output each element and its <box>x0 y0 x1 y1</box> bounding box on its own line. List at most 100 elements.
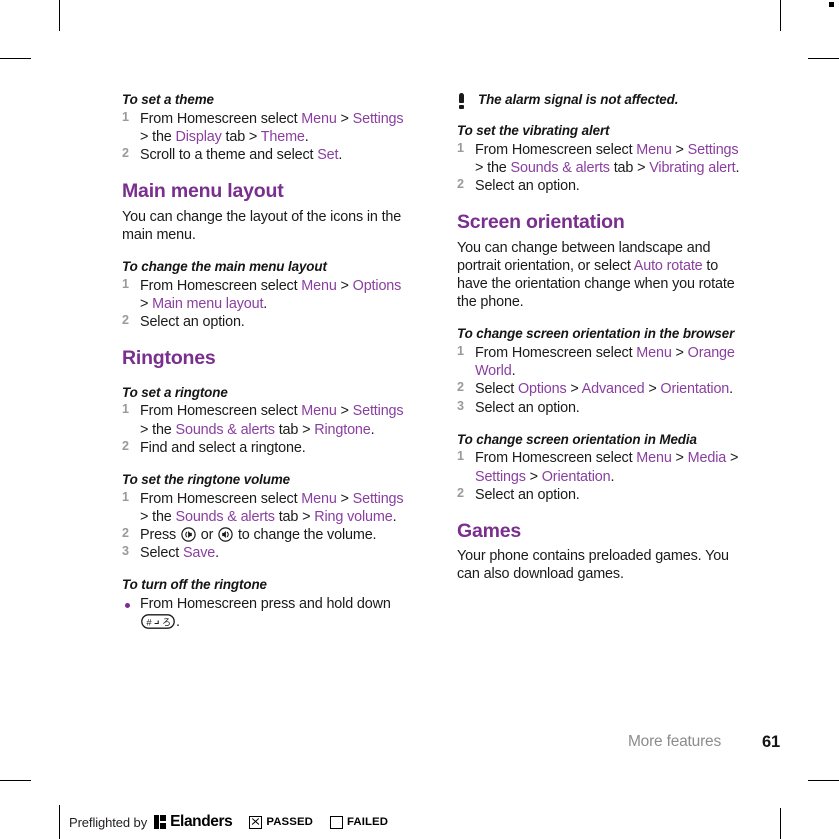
procedure-step: Find and select a ringtone. <box>122 439 411 457</box>
body-text-run: Select an option. <box>140 314 245 331</box>
preflight-banner: Preflighted by Elanders PASSED FAILED <box>59 805 388 839</box>
ui-path-token: Media <box>687 450 727 467</box>
body-text-run: > <box>726 450 739 467</box>
procedure-heading: To turn off the ringtone <box>122 577 267 593</box>
body-text-run: From Homescreen press and hold down <box>140 596 391 613</box>
body-text-run: . <box>370 421 375 438</box>
ui-path-token: Settings <box>352 490 404 507</box>
body-text-run: > the <box>140 508 176 525</box>
procedure-step-list: From Homescreen select Menu > Media > Se… <box>457 449 746 503</box>
procedure-heading: To set a ringtone <box>122 384 228 400</box>
ui-path-token: Menu <box>301 490 337 507</box>
footer-section-label: More features <box>627 733 721 750</box>
body-text-run: . <box>176 614 180 631</box>
procedure-step: From Homescreen press and hold down # ろ. <box>122 595 411 631</box>
note-text: The alarm signal is not affected. <box>478 92 679 107</box>
ui-path-token: Menu <box>301 277 337 294</box>
ui-path-token: Orientation <box>660 381 730 398</box>
procedure-heading: To change screen orientation in Media <box>457 431 697 447</box>
right-column: The alarm signal is not affected. To set … <box>457 92 746 584</box>
body-text-run: to change the volume. <box>234 526 377 543</box>
body-text-run: tab > <box>274 421 315 438</box>
body-text-run: From Homescreen select <box>140 110 302 127</box>
section-heading: Screen orientation <box>457 211 625 234</box>
body-text-run: > <box>566 381 582 398</box>
left-column: To set a theme From Homescreen select Men… <box>122 92 411 631</box>
procedure-step: Scroll to a theme and select Set. <box>122 146 411 164</box>
body-text-run: > <box>525 468 542 485</box>
procedure-step: Select an option. <box>457 177 746 195</box>
body-text-run: . <box>392 508 397 525</box>
preflight-failed-state: FAILED <box>329 815 389 829</box>
section-heading: Main menu layout <box>122 180 284 203</box>
body-text-run: > <box>336 490 353 507</box>
ui-path-token: Settings <box>352 110 404 127</box>
ui-path-token: Menu <box>636 450 672 467</box>
body-text-run: . <box>304 128 309 145</box>
ui-path-token: Options <box>352 277 402 294</box>
body-text-run: . <box>511 363 516 380</box>
ui-path-token: Menu <box>636 345 672 362</box>
procedure-heading: To set a theme <box>122 92 214 107</box>
body-text-run: > <box>336 110 353 127</box>
body-text-run: . <box>735 160 740 177</box>
failed-label: FAILED <box>346 816 389 828</box>
procedure-step: From Homescreen select Menu > Orange Wor… <box>457 344 746 380</box>
body-text-run: Select <box>140 545 183 562</box>
svg-text:ろ: ろ <box>162 618 171 629</box>
body-text-run: Select an option. <box>475 399 580 416</box>
procedure-step-list: From Homescreen select Menu > Orange Wor… <box>457 344 746 417</box>
body-text-run: From Homescreen select <box>475 345 637 362</box>
procedure-step: Press or to change the volume. <box>122 526 411 544</box>
ui-path-token: Ringtone <box>314 421 371 438</box>
body-text-run: tab > <box>609 160 650 177</box>
procedure-step: Select Save. <box>122 544 411 562</box>
body-text-run: > <box>671 345 688 362</box>
body-text-run: From Homescreen select <box>140 277 302 294</box>
body-text-run: or <box>196 526 218 543</box>
body-text-run: Find and select a ringtone. <box>140 439 306 456</box>
exclamation-icon <box>458 93 465 109</box>
manual-page: To set a theme From Homescreen select Men… <box>0 0 839 781</box>
procedure-step: Select an option. <box>122 313 411 331</box>
body-text-run: From Homescreen select <box>475 450 637 467</box>
ui-path-token: Display <box>175 128 222 145</box>
body-text-run: Press <box>140 526 180 543</box>
procedure-step-list: From Homescreen select Menu > Options > … <box>122 277 411 331</box>
body-text-run: > the <box>140 128 176 145</box>
procedure-step: From Homescreen select Menu > Media > Se… <box>457 449 746 485</box>
ui-path-token: Sounds & alerts <box>510 160 610 177</box>
failed-checkbox-icon <box>329 815 343 829</box>
elanders-brand-label: Elanders <box>170 813 233 830</box>
ui-path-token: Settings <box>352 403 404 420</box>
procedure-step: From Homescreen select Menu > Settings >… <box>122 110 411 146</box>
preflight-prefix-label: Preflighted by <box>69 814 148 830</box>
body-text-run: . <box>610 468 615 485</box>
procedure-step: From Homescreen select Menu > Options > … <box>122 277 411 313</box>
body-text-run: tab > <box>274 508 315 525</box>
body-text-run: Select <box>475 381 518 398</box>
body-text-run: > <box>671 450 688 467</box>
body-text-run: . <box>729 381 734 398</box>
procedure-step-list: From Homescreen select Menu > Settings >… <box>122 490 411 563</box>
ui-path-token: Orientation <box>541 468 611 485</box>
volume-down-key-icon <box>181 527 196 542</box>
body-text-run: > <box>671 141 688 158</box>
body-text-run: From Homescreen select <box>140 490 302 507</box>
crop-mark-bottom-right <box>780 808 781 839</box>
section-intro: You can change the layout of the icons i… <box>122 208 402 243</box>
body-text-run: > <box>336 277 353 294</box>
body-text-run: > <box>336 403 353 420</box>
elanders-logo-icon <box>154 815 167 829</box>
procedure-step: Select Options > Advanced > Orientation. <box>457 380 746 398</box>
body-text-run: From Homescreen select <box>475 141 637 158</box>
body-text-run: From Homescreen select <box>140 403 302 420</box>
procedure-step-list: From Homescreen select Menu > Settings >… <box>457 141 746 195</box>
ui-path-token: Options <box>517 381 567 398</box>
body-text-run: . <box>263 295 268 312</box>
ui-path-token: Ring volume <box>314 508 393 525</box>
section-heading: Ringtones <box>122 347 216 370</box>
ui-path-token: Settings <box>475 468 526 485</box>
procedure-step: Select an option. <box>457 486 746 504</box>
section-intro: Your phone contains preloaded games. You… <box>457 548 729 583</box>
